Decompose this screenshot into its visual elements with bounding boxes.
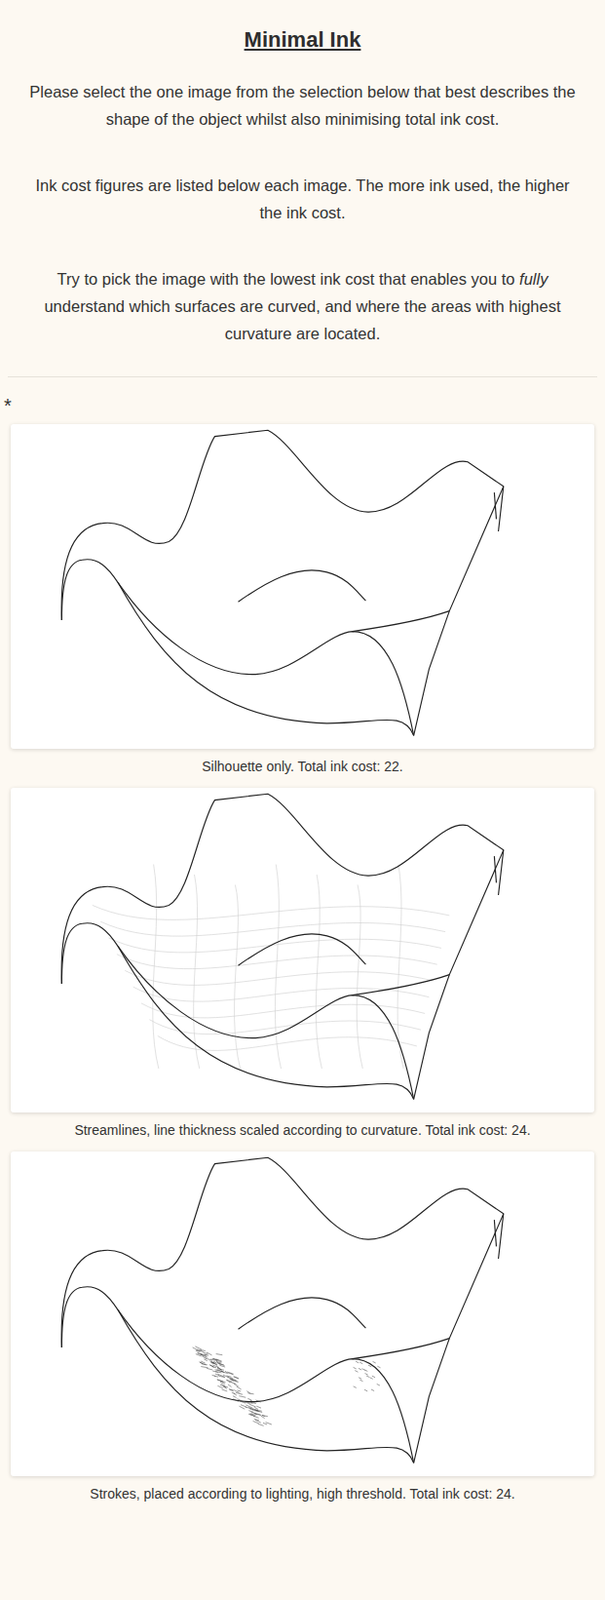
image-option[interactable]: Strokes, placed according to lighting, h… <box>0 1150 605 1514</box>
surface-figure <box>10 787 595 1112</box>
option-list: Silhouette only. Total ink cost: 22. Stre… <box>0 423 605 1514</box>
survey-page: Minimal Ink Please select the one image f… <box>0 0 605 1599</box>
instruction-paragraph: Please select the one image from the sel… <box>27 77 578 133</box>
surface-figure <box>10 1150 595 1475</box>
image-card[interactable] <box>10 787 595 1112</box>
image-option[interactable]: Streamlines, line thickness scaled accor… <box>0 787 605 1151</box>
image-card[interactable] <box>10 423 595 749</box>
page-title: Minimal Ink <box>0 27 605 53</box>
instruction-paragraph: Try to pick the image with the lowest in… <box>27 264 578 347</box>
option-caption: Silhouette only. Total ink cost: 22. <box>0 748 605 788</box>
image-option[interactable]: Silhouette only. Total ink cost: 22. <box>0 423 605 788</box>
emphasis: fully <box>519 269 548 288</box>
divider <box>7 376 598 378</box>
surface-figure <box>10 423 595 749</box>
option-caption: Streamlines, line thickness scaled accor… <box>0 1111 605 1151</box>
image-card[interactable] <box>10 1150 595 1475</box>
option-caption: Strokes, placed according to lighting, h… <box>0 1474 605 1514</box>
instruction-paragraph: Ink cost figures are listed below each i… <box>27 171 578 227</box>
required-mark: * <box>0 377 605 424</box>
